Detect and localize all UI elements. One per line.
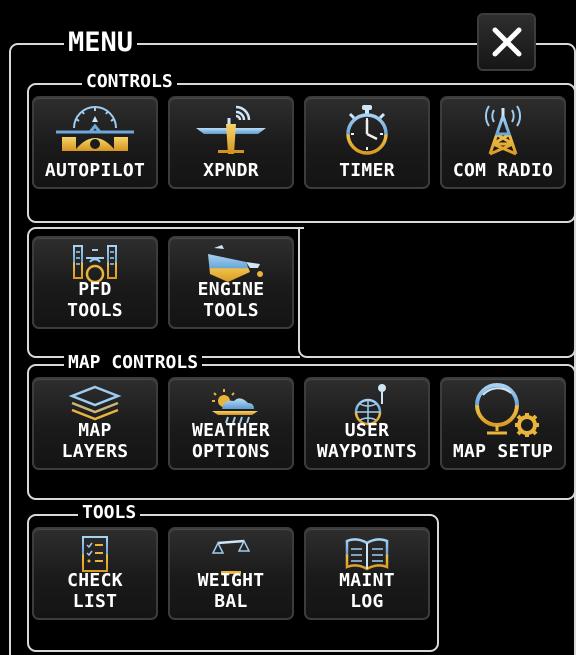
weather-options-label: WEATHER OPTIONS (192, 420, 270, 462)
timer-button[interactable]: TIMER (304, 96, 430, 189)
xpndr-button[interactable]: XPNDR (168, 96, 294, 189)
com-radio-label: COM RADIO (452, 160, 554, 181)
weather-options-button[interactable]: WEATHER OPTIONS (168, 377, 294, 470)
maint-log-label: MAINT LOG (339, 570, 395, 612)
user-waypoints-button[interactable]: USER WAYPOINTS (304, 377, 430, 470)
pfd-tools-label: PFD TOOLS (67, 279, 123, 321)
xpndr-label: XPNDR (203, 160, 259, 181)
controls-title: CONTROLS (82, 73, 177, 91)
radio-tower-icon (484, 105, 522, 156)
timer-label: TIMER (339, 160, 395, 181)
engine-tools-label: ENGINE TOOLS (197, 279, 265, 321)
checklist-label: CHECK LIST (67, 570, 123, 612)
pfd-tools-button[interactable]: PFD TOOLS (32, 236, 158, 329)
engine-tools-button[interactable]: ENGINE TOOLS (168, 236, 294, 329)
user-waypoints-label: USER WAYPOINTS (316, 420, 418, 462)
autopilot-icon (56, 106, 134, 151)
menu-title: MENU (64, 29, 138, 56)
map-layers-button[interactable]: MAP LAYERS (32, 377, 158, 470)
close-x-icon (492, 27, 521, 57)
autopilot-label: AUTOPILOT (44, 160, 146, 181)
map-setup-label: MAP SETUP (452, 441, 554, 462)
com-radio-button[interactable]: COM RADIO (440, 96, 566, 189)
transponder-icon (196, 105, 266, 154)
weight-bal-button[interactable]: WEIGHT BAL (168, 527, 294, 620)
map-setup-button[interactable]: MAP SETUP (440, 377, 566, 470)
weight-bal-label: WEIGHT BAL (197, 570, 265, 612)
stopwatch-icon (346, 105, 388, 155)
globe-gear-icon (475, 383, 539, 437)
map-controls-title: MAP CONTROLS (64, 354, 203, 372)
tools-title: TOOLS (78, 504, 141, 522)
map-layers-label: MAP LAYERS (61, 420, 129, 462)
autopilot-button[interactable]: AUTOPILOT (32, 96, 158, 189)
controls-frame-right (298, 227, 576, 358)
checklist-button[interactable]: CHECK LIST (32, 527, 158, 620)
maint-log-button[interactable]: MAINT LOG (304, 527, 430, 620)
close-button[interactable] (477, 13, 536, 71)
